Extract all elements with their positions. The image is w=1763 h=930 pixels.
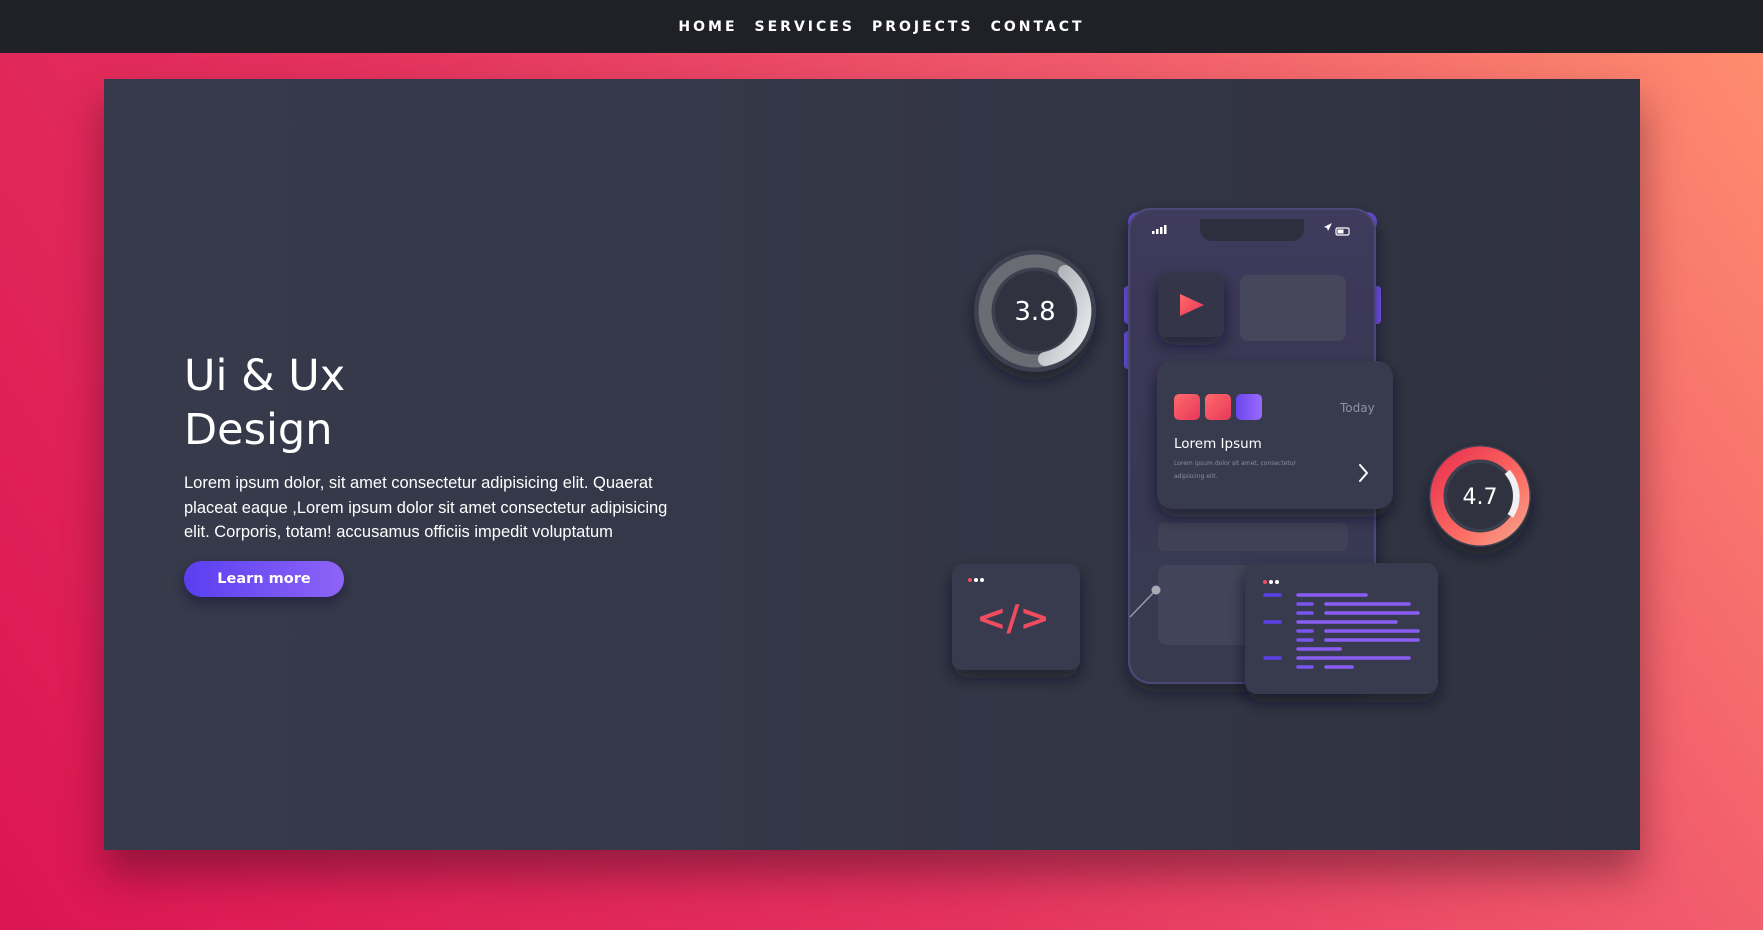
- nav-contact-link[interactable]: CONTACT: [991, 19, 1085, 35]
- hero-card: Ui & Ux Design Lorem ipsum dolor, sit am…: [104, 79, 1640, 850]
- hero-description: Lorem ipsum dolor, sit amet consectetur …: [184, 474, 668, 541]
- rating-value-left: 3.8: [1014, 297, 1055, 327]
- top-navigation: HOME SERVICES PROJECTS CONTACT: [0, 0, 1763, 53]
- hero-title-line-2: Design: [184, 405, 333, 455]
- nav-projects-link[interactable]: PROJECTS: [872, 19, 974, 35]
- connector-dot: [1151, 585, 1161, 595]
- info-card-text-1: Lorem ipsum dolor sit amet, consectetur: [1174, 460, 1297, 467]
- info-card-day: Today: [1339, 401, 1375, 415]
- hero-title-line-1: Ui & Ux: [184, 351, 346, 401]
- rating-value-right: 4.7: [1463, 485, 1498, 510]
- color-swatch-orange: [1205, 394, 1231, 420]
- color-swatch-red: [1174, 394, 1200, 420]
- nav-home-link[interactable]: HOME: [678, 19, 737, 35]
- code-icon: </>: [976, 598, 1049, 639]
- hero-title: Ui & Ux Design: [184, 349, 584, 457]
- info-card-text-2: adipiscing elit.: [1174, 473, 1218, 480]
- info-card: [1157, 361, 1393, 509]
- code-window-card: </>: [952, 564, 1080, 670]
- nav-services-link[interactable]: SERVICES: [755, 19, 855, 35]
- rating-ring-right: 4.7: [1429, 445, 1531, 547]
- hero-illustration: Today Lorem Ipsum Lorem ipsum dolor sit …: [952, 208, 1531, 694]
- color-swatch-purple: [1236, 394, 1262, 420]
- learn-more-button[interactable]: Learn more: [184, 561, 344, 597]
- rating-ring-left: 3.8: [974, 250, 1096, 372]
- info-card-title: Lorem Ipsum: [1174, 436, 1262, 452]
- code-lines-card: [1245, 563, 1438, 694]
